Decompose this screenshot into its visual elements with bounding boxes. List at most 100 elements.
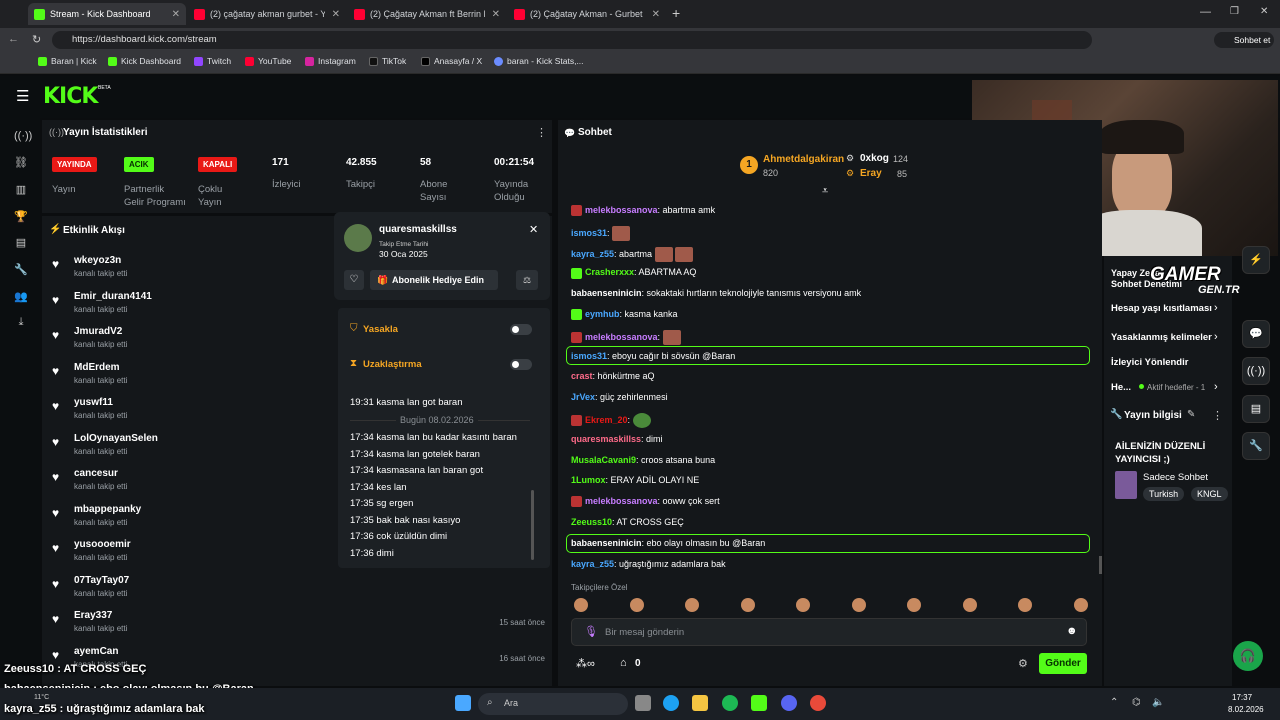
chat-username[interactable]: MusalaCavani9 xyxy=(571,455,636,465)
ban-toggle[interactable] xyxy=(510,324,532,335)
follow-heart-button[interactable]: ♡ xyxy=(344,270,364,290)
bookmark-kick-dashboard[interactable]: Kick Dashboard xyxy=(108,56,181,66)
more-menu-icon[interactable]: ⋮ xyxy=(536,126,547,139)
leader-name[interactable]: Eray xyxy=(860,168,882,179)
network-icon[interactable]: ⌬ xyxy=(1132,697,1141,708)
edge-icon[interactable] xyxy=(663,695,679,711)
menu-raid[interactable]: İzleyici Yönlendir xyxy=(1111,357,1188,368)
tab-youtube-1[interactable]: (2) çağatay akman gurbet - YouTube ✕ xyxy=(188,3,346,25)
chat-message[interactable]: melekbossanova: xyxy=(571,329,681,345)
wrench-icon[interactable]: 🔧 xyxy=(1242,432,1270,460)
chat-username[interactable]: ismos31 xyxy=(571,351,607,361)
chat-message[interactable]: babaenseninicin: sokaktaki hırtların tek… xyxy=(571,288,861,298)
chat-input[interactable]: 🎙 Bir mesaj gönderin ☻ xyxy=(571,618,1087,646)
chat-message[interactable]: crast: hönkürtme aQ xyxy=(571,371,655,381)
maximize-icon[interactable]: ❐ xyxy=(1230,6,1239,17)
channel-points-icon[interactable]: ⁂∞ xyxy=(576,657,595,670)
tray-expand-icon[interactable]: ⌃ xyxy=(1110,697,1118,708)
chat-username[interactable]: eymhub xyxy=(585,309,620,319)
chat-username[interactable]: kayra_z55 xyxy=(571,559,614,569)
kick-logo[interactable]: KICK xyxy=(43,84,98,109)
chat-username[interactable]: melekbossanova xyxy=(585,496,658,506)
chat-username[interactable]: crast xyxy=(571,371,593,381)
chat-message[interactable]: 1Lumox: ERAY ADİL OLAYI NE xyxy=(571,475,699,485)
chat-message[interactable]: Zeeuss10: AT CROSS GEÇ xyxy=(571,517,684,527)
discord-icon[interactable] xyxy=(781,695,797,711)
menu-icon[interactable]: ☰ xyxy=(16,87,29,105)
broadcast-icon[interactable]: ((·)) xyxy=(1242,357,1270,385)
bookmark-baran-kick[interactable]: Baran | Kick xyxy=(38,56,97,66)
gift-sub-button[interactable]: 🎁 Abonelik Hediye Edin xyxy=(370,270,498,290)
chat-icon[interactable]: 💬 xyxy=(1242,320,1270,348)
chat-message[interactable]: quaresmaskillss: dimi xyxy=(571,434,663,444)
tab-youtube-2[interactable]: (2) Çağatay Akman ft Berrin Keklik ✕ xyxy=(348,3,506,25)
chat-username[interactable]: 1Lumox xyxy=(571,475,606,485)
chat-message[interactable]: ismos31: xyxy=(571,225,631,241)
chat-username[interactable]: melekbossanova xyxy=(585,332,658,342)
chat-message[interactable]: MusalaCavani9: croos atsana buna xyxy=(571,455,715,465)
tag[interactable]: Turkish xyxy=(1143,487,1185,501)
chat-message[interactable]: Crasherxxx: ABARTMA AQ xyxy=(571,267,696,279)
chat-username[interactable]: melekbossanova xyxy=(585,205,658,215)
chat-username[interactable]: quaresmaskillss xyxy=(571,434,641,444)
chat-username[interactable]: Ekrem_20 xyxy=(585,415,628,425)
task-view-icon[interactable] xyxy=(635,695,651,711)
chat-message[interactable]: eymhub: kasma kanka xyxy=(571,309,678,321)
bookmark-kick-stats[interactable]: baran - Kick Stats,... xyxy=(494,56,584,66)
bookmark-youtube[interactable]: YouTube xyxy=(245,56,291,66)
copilot-button[interactable]: Sohbet et xyxy=(1214,32,1274,48)
chat-message[interactable]: melekbossanova: abartma amk xyxy=(571,205,715,217)
support-headset-icon[interactable]: 🎧 xyxy=(1233,641,1263,671)
chat-message[interactable]: kayra_z55: uğraştığımız adamlara bak xyxy=(571,559,726,569)
chat-scrollbar[interactable] xyxy=(1099,556,1102,574)
layout-icon[interactable]: ▤ xyxy=(1242,395,1270,423)
more-menu-icon[interactable]: ⋮ xyxy=(1212,409,1223,422)
download-icon[interactable]: ⤓ xyxy=(14,316,28,330)
chat-username[interactable]: babaenseninicin xyxy=(571,288,642,298)
bookmark-instagram[interactable]: Instagram xyxy=(305,56,356,66)
close-icon[interactable]: ✕ xyxy=(172,9,180,20)
emote-icon[interactable] xyxy=(1018,598,1032,612)
pin-icon[interactable]: ⚡ xyxy=(1242,246,1270,274)
menu-account-age[interactable]: Hesap yaşı kısıtlaması xyxy=(1111,303,1212,314)
chat-username[interactable]: JrVex xyxy=(571,392,595,402)
link-icon[interactable]: ⛓ xyxy=(14,156,28,170)
close-icon[interactable]: ✕ xyxy=(332,9,340,20)
menu-banned-words[interactable]: Yasaklanmış kelimeler xyxy=(1111,332,1212,343)
settings-icon[interactable]: ⚙ xyxy=(1018,657,1028,670)
back-icon[interactable]: ← xyxy=(8,33,19,45)
windows-start-icon[interactable] xyxy=(455,695,471,711)
emote-icon[interactable] xyxy=(1073,598,1088,612)
analytics-icon[interactable]: ▥ xyxy=(14,183,28,197)
bookmark-tiktok[interactable]: TikTok xyxy=(369,56,406,66)
chat-message[interactable]: babaenseninicin: ebo olayı olmasın bu @B… xyxy=(571,538,765,548)
chat-username[interactable]: Crasherxxx xyxy=(585,267,634,277)
emote-icon[interactable] xyxy=(740,598,755,612)
tools-icon[interactable]: 🔧 xyxy=(14,263,28,277)
new-tab-icon[interactable]: + xyxy=(672,5,680,21)
chat-username[interactable]: ismos31 xyxy=(571,228,607,238)
category-name[interactable]: Sadece Sohbet xyxy=(1143,472,1208,483)
close-icon[interactable]: ✕ xyxy=(529,223,538,236)
leader-name[interactable]: 0xkog xyxy=(860,153,889,164)
chat-username[interactable]: kayra_z55 xyxy=(571,248,614,258)
reload-icon[interactable]: ↻ xyxy=(32,33,41,46)
url-input[interactable]: https://dashboard.kick.com/stream xyxy=(52,31,1092,49)
volume-icon[interactable]: 🔈 xyxy=(1152,697,1164,708)
emote-icon[interactable] xyxy=(851,598,866,612)
emote-icon[interactable] xyxy=(685,598,699,612)
chat-message[interactable]: kayra_z55: abartma xyxy=(571,246,694,262)
window-close-icon[interactable]: ✕ xyxy=(1260,6,1268,17)
chat-message[interactable]: melekbossanova: ooww çok sert xyxy=(571,496,720,508)
minimize-icon[interactable]: — xyxy=(1200,6,1211,18)
microphone-icon[interactable]: 🎙 xyxy=(584,625,598,638)
tag[interactable]: KNGL xyxy=(1191,487,1228,501)
chat-username[interactable]: Zeeuss10 xyxy=(571,517,612,527)
emoji-icon[interactable]: ☻ xyxy=(1066,625,1078,637)
library-icon[interactable]: ▤ xyxy=(14,236,28,250)
emote-icon[interactable] xyxy=(962,598,977,612)
scroll-down-icon[interactable]: ⩡ xyxy=(822,185,828,198)
spotify-icon[interactable] xyxy=(722,695,738,711)
timeout-toggle[interactable] xyxy=(510,359,532,370)
chat-message[interactable]: JrVex: güç zehirlenmesi xyxy=(571,392,668,402)
